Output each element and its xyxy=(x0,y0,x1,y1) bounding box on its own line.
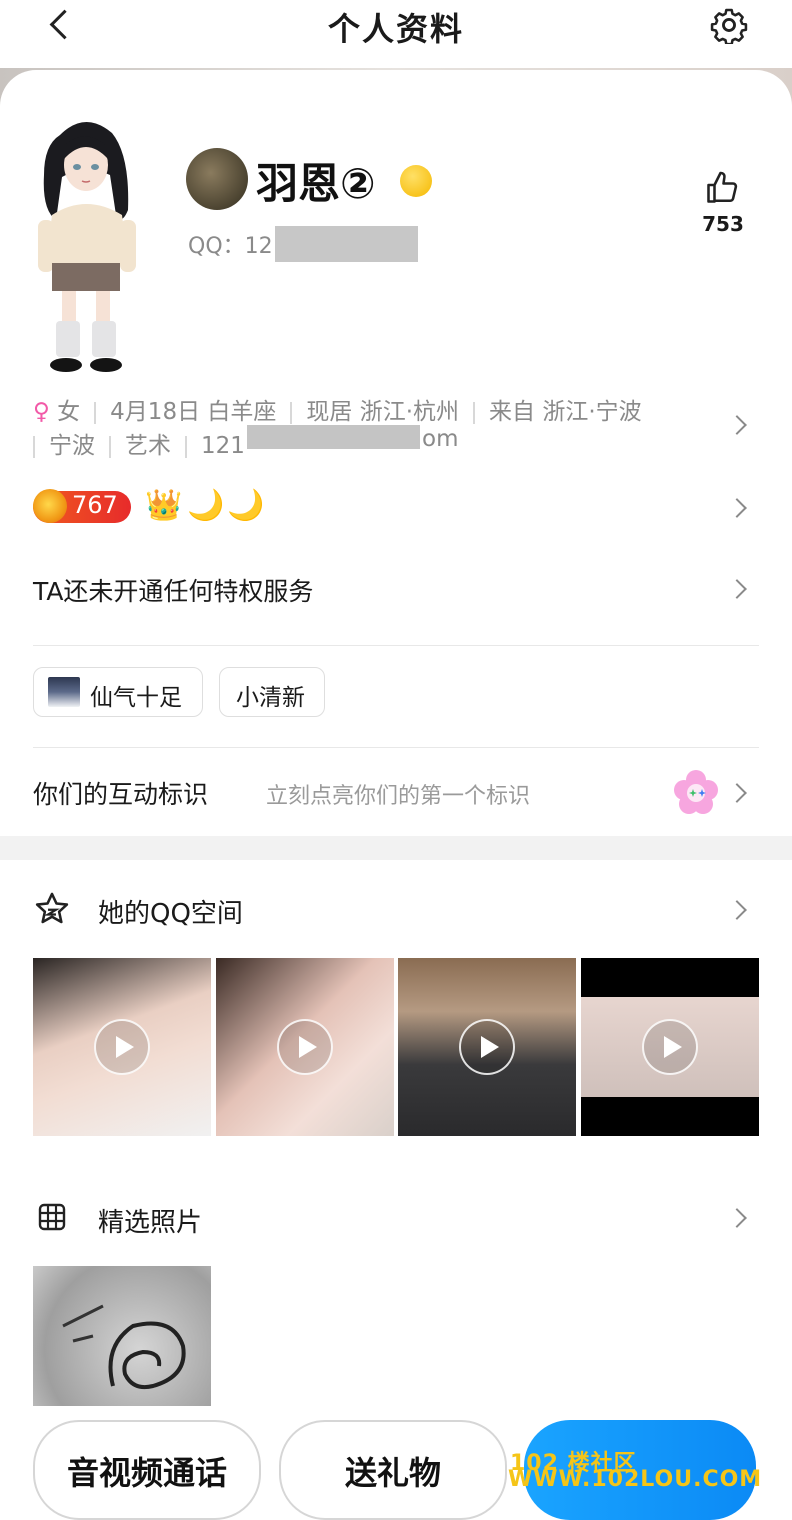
tag-chip[interactable]: 仙气十足 xyxy=(33,667,203,717)
qzone-video-thumbnail[interactable] xyxy=(216,958,394,1136)
crown-icon: 👑 xyxy=(145,488,183,523)
tag-label: 仙气十足 xyxy=(90,685,182,711)
play-icon xyxy=(642,1019,698,1075)
video-call-button-label: 音视频通话 xyxy=(66,1454,227,1492)
gender: 女 xyxy=(57,399,81,425)
tag-thumbnail xyxy=(48,677,80,707)
video-call-button[interactable]: 音视频通话 xyxy=(33,1420,261,1520)
qzone-star-icon xyxy=(35,892,69,924)
female-icon: ♀ xyxy=(33,399,50,425)
email-redaction xyxy=(247,425,420,449)
moon-icon: 🌙 xyxy=(227,488,265,523)
section-gap xyxy=(0,836,792,860)
divider xyxy=(33,645,759,646)
send-gift-button[interactable]: 送礼物 xyxy=(279,1420,507,1520)
birthday: 4月18日 白羊座 xyxy=(110,399,277,425)
level-value: 767 xyxy=(72,491,118,519)
play-icon xyxy=(459,1019,515,1075)
flower-icon xyxy=(674,770,718,814)
nickname: 羽恩② xyxy=(256,159,376,208)
email-prefix: 121 xyxy=(201,433,245,459)
watermark-line-2: WWW.102LOU.COM xyxy=(508,1467,763,1492)
occupation: 艺术 xyxy=(125,433,171,459)
top-nav-bar: 个人资料 xyxy=(0,0,792,68)
featured-photos-title[interactable]: 精选照片 xyxy=(98,1202,202,1239)
rose-sketch xyxy=(62,1304,186,1390)
thumbs-up-icon[interactable] xyxy=(704,170,740,206)
play-icon xyxy=(277,1019,333,1075)
level-coin-icon xyxy=(33,489,67,523)
email-suffix: om xyxy=(422,426,459,452)
qq-number-redaction xyxy=(275,226,418,262)
page-title: 个人资料 xyxy=(327,10,464,48)
qzone-video-thumbnail[interactable] xyxy=(33,958,211,1136)
avatar-figure[interactable] xyxy=(30,115,140,377)
profile-info-line-2[interactable]: 宁波 艺术 121 xyxy=(33,426,245,460)
privilege-status[interactable]: TA还未开通任何特权服务 xyxy=(33,572,313,608)
gear-icon[interactable] xyxy=(710,6,748,44)
send-gift-button-label: 送礼物 xyxy=(344,1454,441,1492)
hometown: 来自 浙江·宁波 xyxy=(489,399,642,425)
qq-number: QQ：12 xyxy=(188,234,273,259)
tag-label: 小清新 xyxy=(236,685,305,711)
profile-info-line-1[interactable]: ♀ 女 4月18日 白羊座 现居 浙江·杭州 来自 浙江·宁波 xyxy=(33,392,642,426)
smiley-icon xyxy=(400,165,432,197)
grid-icon xyxy=(38,1203,66,1231)
profile-avatar[interactable] xyxy=(186,148,248,210)
interaction-hint: 立刻点亮你们的第一个标识 xyxy=(266,784,531,809)
chevron-right-icon[interactable] xyxy=(727,1208,747,1228)
divider xyxy=(33,747,759,748)
qzone-video-thumbnail[interactable] xyxy=(398,958,576,1136)
qzone-section-title[interactable]: 她的QQ空间 xyxy=(98,893,243,930)
like-count: 753 xyxy=(702,212,744,236)
hometown-city: 宁波 xyxy=(49,433,95,459)
moon-icon: 🌙 xyxy=(187,488,225,523)
featured-photo[interactable] xyxy=(33,1266,211,1406)
play-icon xyxy=(94,1019,150,1075)
interaction-label[interactable]: 你们的互动标识 xyxy=(33,775,208,811)
tag-chip[interactable]: 小清新 xyxy=(219,667,325,717)
location: 现居 浙江·杭州 xyxy=(306,399,460,425)
qzone-video-thumbnail[interactable] xyxy=(581,958,759,1136)
chevron-right-icon[interactable] xyxy=(727,900,747,920)
